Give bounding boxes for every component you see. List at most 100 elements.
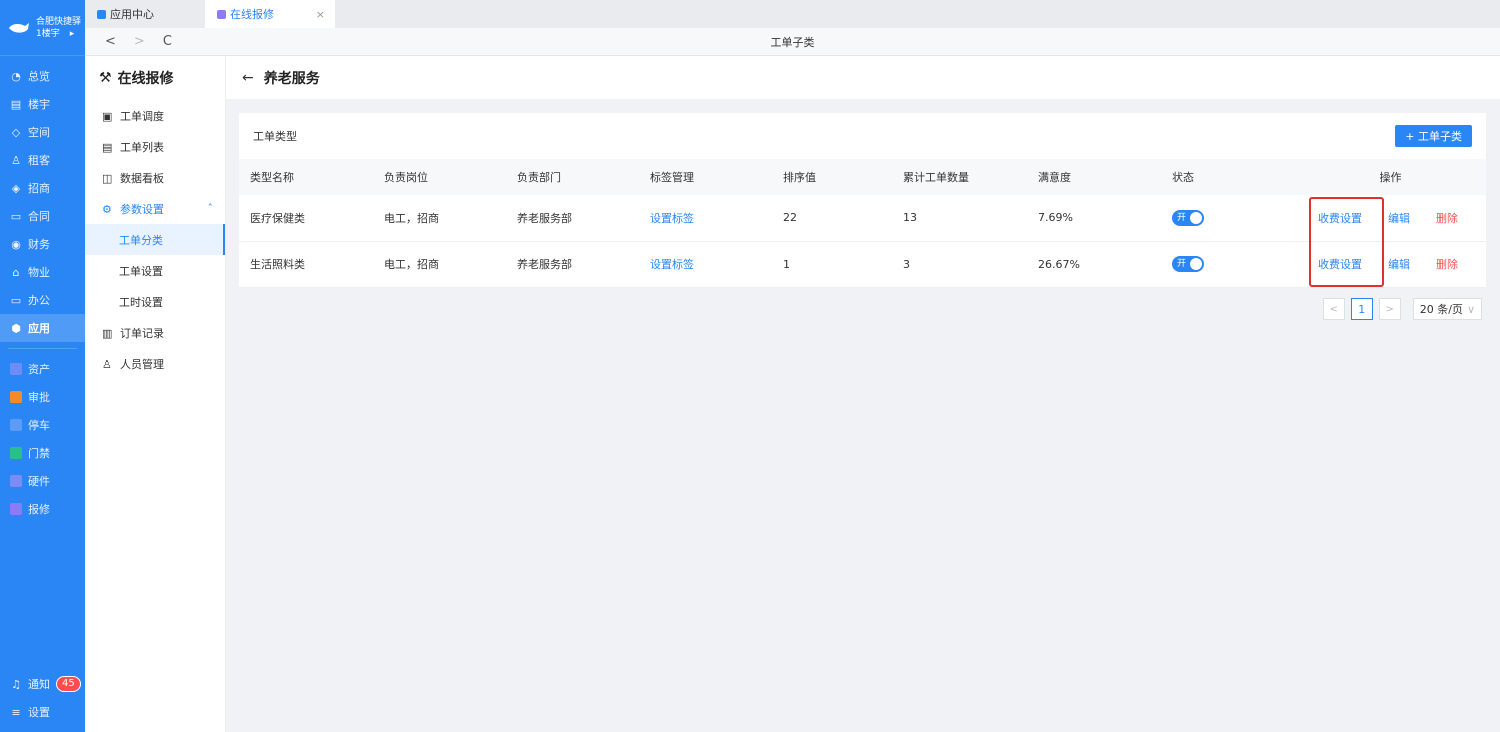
address-title: 工单子类: [770, 35, 815, 49]
app-icon: ⬢: [11, 321, 21, 335]
col-actions: 操作: [1295, 159, 1486, 195]
nav-app-assets[interactable]: 资产: [0, 355, 85, 383]
edit-link[interactable]: 编辑: [1388, 256, 1410, 272]
add-subtype-button[interactable]: + 工单子类: [1395, 125, 1472, 147]
set-tag-link[interactable]: 设置标签: [650, 212, 694, 225]
forward-button[interactable]: >: [134, 34, 145, 49]
tab-online-repair[interactable]: 在线报修 ×: [205, 0, 335, 28]
dispatch-icon: ▣: [102, 110, 113, 123]
page-header: ← 养老服务: [226, 56, 1500, 99]
col-name: 类型名称: [239, 159, 373, 195]
table-row: 生活照料类 电工，招商 养老服务部 设置标签 1 3 26.67% 开 收费设置…: [239, 241, 1486, 288]
tab-app-center[interactable]: 应用中心: [85, 0, 205, 28]
nav-app-access[interactable]: 门禁: [0, 439, 85, 467]
refresh-button[interactable]: C: [163, 34, 172, 49]
cell-post: 电工，招商: [373, 195, 506, 242]
tab-bar: 应用中心 在线报修 ×: [85, 0, 1500, 28]
col-tag: 标签管理: [639, 159, 772, 195]
sub-sidebar-title: ⚒ 在线报修: [99, 70, 174, 87]
nav-settings[interactable]: ≡ 设置: [0, 698, 85, 726]
sub-item-dispatch[interactable]: ▣ 工单调度: [85, 100, 225, 131]
table-row: 医疗保健类 电工，招商 养老服务部 设置标签 22 13 7.69% 开 收费设…: [239, 195, 1486, 242]
org-name: 合肥快捷驿: [36, 16, 82, 27]
nav-item-overview[interactable]: ◔ 总览: [0, 62, 85, 90]
building-icon: ▤: [10, 97, 22, 111]
sub-child-category[interactable]: 工单分类: [85, 224, 225, 255]
pagination: < 1 > 20 条/页 ∨: [1322, 298, 1482, 320]
sub-item-orders[interactable]: ▥ 订单记录: [85, 317, 225, 348]
prev-page-button[interactable]: <: [1322, 298, 1345, 320]
nav-app-parking[interactable]: 停车: [0, 411, 85, 439]
app-center-icon: [97, 9, 106, 19]
org-switcher[interactable]: 合肥快捷驿 1楼宇 ▸: [0, 0, 85, 56]
dashboard-icon: ◔: [11, 69, 21, 83]
col-satisfaction: 满意度: [1027, 159, 1161, 195]
menu-icon: ≡: [11, 705, 21, 719]
order-icon: ▥: [102, 327, 113, 340]
subtype-table: 类型名称 负责岗位 负责部门 标签管理 排序值 累计工单数量 满意度 状态 操作…: [239, 159, 1486, 288]
cell-satisfaction: 7.69%: [1027, 195, 1161, 242]
cell-count: 3: [892, 241, 1027, 288]
home-icon: ⌂: [12, 265, 20, 279]
nav-notifications[interactable]: ♫ 通知 45: [0, 670, 85, 698]
sub-child-worktime[interactable]: 工时设置: [85, 286, 225, 317]
delete-link[interactable]: 删除: [1436, 256, 1458, 272]
chevron-up-icon: ˆ: [207, 202, 214, 215]
edit-link[interactable]: 编辑: [1388, 210, 1410, 226]
sub-item-board[interactable]: ◫ 数据看板: [85, 162, 225, 193]
highlight-box: [1309, 197, 1384, 287]
whale-logo-icon: [9, 22, 29, 33]
repair-icon: [10, 503, 22, 515]
finance-icon: ◉: [11, 237, 21, 251]
cell-count: 13: [892, 195, 1027, 242]
close-icon[interactable]: ×: [316, 8, 325, 21]
sub-sidebar: ⚒ 在线报修 ▣ 工单调度 ▤ 工单列表 ◫ 数据看板 ⚙ 参数设置 ˆ 工单分类 工单设…: [85, 56, 226, 732]
tag-icon: ◈: [11, 181, 21, 195]
params-icon: ⚙: [102, 203, 112, 216]
nav-app-repair[interactable]: 报修: [0, 495, 85, 523]
page-size-select[interactable]: 20 条/页 ∨: [1412, 298, 1482, 320]
nav-item-property[interactable]: ⌂ 物业: [0, 258, 85, 286]
nav-app-hardware[interactable]: 硬件: [0, 467, 85, 495]
nav-item-contract[interactable]: ▭ 合同: [0, 202, 85, 230]
nav-item-finance[interactable]: ◉ 财务: [0, 230, 85, 258]
set-tag-link[interactable]: 设置标签: [650, 258, 694, 271]
nav-item-apps[interactable]: ⬢ 应用: [0, 314, 85, 342]
status-toggle[interactable]: 开: [1172, 209, 1204, 226]
back-arrow-icon[interactable]: ←: [242, 70, 254, 86]
sub-child-settings[interactable]: 工单设置: [85, 255, 225, 286]
assets-icon: [10, 363, 22, 375]
sub-item-list[interactable]: ▤ 工单列表: [85, 131, 225, 162]
list-icon: ▤: [102, 141, 113, 154]
parking-icon: [10, 419, 22, 431]
cell-dept: 养老服务部: [506, 241, 639, 288]
nav-item-office[interactable]: ▭ 办公: [0, 286, 85, 314]
col-dept: 负责部门: [506, 159, 639, 195]
nav-item-building[interactable]: ▤ 楼宇: [0, 90, 85, 118]
cell-name: 医疗保健类: [239, 195, 373, 242]
approval-icon: [10, 391, 22, 403]
repair-tab-icon: [217, 9, 226, 19]
cell-name: 生活照料类: [239, 241, 373, 288]
nav-item-tenant[interactable]: ♙ 租客: [0, 146, 85, 174]
sub-item-params[interactable]: ⚙ 参数设置 ˆ: [85, 193, 225, 224]
tools-icon: ⚒: [99, 70, 112, 86]
nav-divider: [8, 348, 77, 349]
cube-icon: ◇: [11, 125, 21, 139]
sub-item-staff[interactable]: ♙ 人员管理: [85, 348, 225, 379]
cell-dept: 养老服务部: [506, 195, 639, 242]
delete-link[interactable]: 删除: [1436, 210, 1458, 226]
status-toggle[interactable]: 开: [1172, 256, 1204, 272]
nav-item-invest[interactable]: ◈ 招商: [0, 174, 85, 202]
table-header: 类型名称 负责岗位 负责部门 标签管理 排序值 累计工单数量 满意度 状态 操作: [239, 159, 1486, 195]
col-sort: 排序值: [772, 159, 892, 195]
address-bar: < > C 工单子类: [85, 28, 1500, 56]
nav-item-space[interactable]: ◇ 空间: [0, 118, 85, 146]
back-button[interactable]: <: [105, 34, 116, 49]
next-page-button[interactable]: >: [1378, 298, 1401, 320]
people-icon: ♙: [102, 358, 112, 371]
col-count: 累计工单数量: [892, 159, 1027, 195]
nav-app-approval[interactable]: 审批: [0, 383, 85, 411]
page-1-button[interactable]: 1: [1350, 298, 1373, 320]
org-building: 1楼宇: [36, 28, 60, 39]
